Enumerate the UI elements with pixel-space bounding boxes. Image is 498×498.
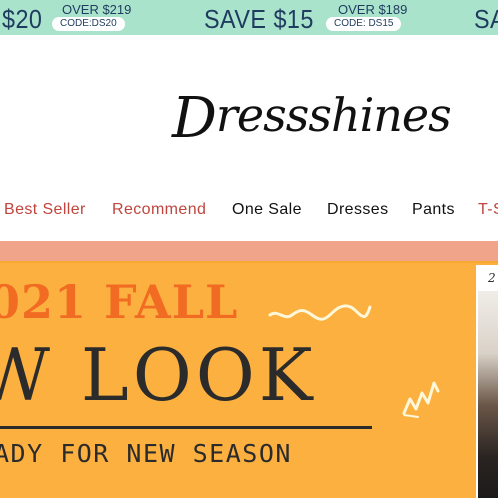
- promo-over-threshold: OVER $219: [62, 2, 132, 17]
- side-product-card[interactable]: 2: [476, 265, 498, 498]
- site-logo[interactable]: Dressshines: [172, 80, 452, 151]
- nav-item-recommend[interactable]: Recommend: [112, 201, 206, 219]
- logo-initial: D: [172, 86, 217, 151]
- promo-code-badge: CODE:DS20: [52, 17, 125, 31]
- promo-code-badge: CODE: DS15: [326, 17, 402, 31]
- promo-save-amount: SAVE $15: [204, 4, 314, 34]
- hero-headline: 021 FALL: [0, 275, 239, 329]
- hero-top-edge: [0, 261, 498, 263]
- promo-save-amount: $20: [2, 4, 43, 34]
- nav-item-best-seller[interactable]: Best Seller: [4, 201, 86, 219]
- divider-strip: [0, 241, 498, 261]
- promo-over-threshold: OVER $189: [338, 2, 408, 17]
- model-photo: [478, 291, 498, 498]
- hero-banner[interactable]: 021 FALL W LOOK ADY FOR NEW SEASON 2: [0, 261, 498, 498]
- promo-banner[interactable]: $20 OVER $219 CODE:DS20 SAVE $15 OVER $1…: [0, 0, 498, 35]
- main-nav: Best Seller Recommend One Sale Dresses P…: [0, 196, 498, 226]
- nav-item-pants[interactable]: Pants: [412, 201, 455, 219]
- nav-item-one-sale[interactable]: One Sale: [232, 201, 302, 219]
- hero-subtitle: ADY FOR NEW SEASON: [0, 439, 292, 468]
- logo-text: ressshines: [215, 88, 452, 142]
- zigzag-decoration: [402, 381, 440, 418]
- nav-item-tshirts[interactable]: T-S: [478, 201, 498, 219]
- hero-title: W LOOK: [0, 333, 317, 417]
- nav-item-dresses[interactable]: Dresses: [327, 201, 388, 219]
- squiggle-decoration: [268, 304, 372, 321]
- side-card-number: 2: [488, 271, 496, 285]
- hero-underline: [0, 426, 372, 429]
- promo-save-amount: SA: [474, 4, 498, 34]
